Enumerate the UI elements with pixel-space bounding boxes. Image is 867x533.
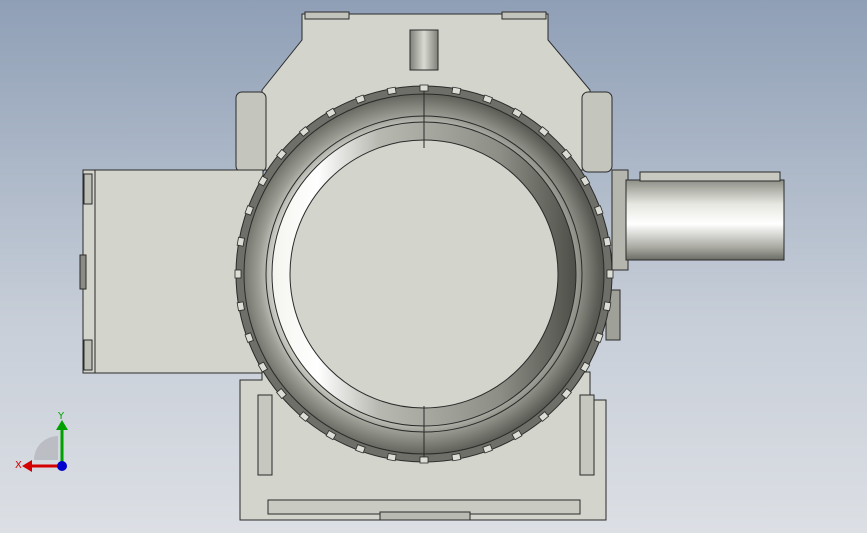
x-axis-label: X	[15, 460, 22, 471]
flange-bolt	[606, 269, 614, 279]
z-axis-dot	[57, 461, 67, 471]
shaft-key	[639, 171, 781, 182]
left-motor-port	[79, 254, 87, 290]
flange-bolt	[451, 86, 462, 95]
bottom-lug-right	[579, 394, 595, 476]
flange-bolt	[234, 269, 242, 279]
left-motor-tab-top	[83, 173, 93, 205]
flange-bolt	[236, 301, 245, 312]
y-axis-label: Y	[57, 411, 65, 422]
bottom-foot-slot	[379, 511, 471, 521]
top-boss	[409, 29, 439, 71]
top-lug-right	[501, 11, 547, 20]
gearbox-model-top-view[interactable]	[0, 0, 867, 533]
right-side-boss	[581, 91, 613, 173]
bottom-lug-left	[257, 394, 273, 476]
triad-cone	[34, 436, 58, 460]
x-arrow	[22, 460, 32, 472]
flange-bolt	[419, 456, 429, 464]
flange-bolt	[419, 84, 429, 92]
bore-face	[289, 139, 559, 409]
cad-graphics-viewport[interactable]: Y X	[0, 0, 867, 533]
flange-bolt	[451, 453, 462, 462]
left-motor-tab-bottom	[83, 339, 93, 371]
flange-bolt	[603, 236, 612, 247]
top-lug-left	[304, 11, 350, 20]
right-output-shaft	[625, 179, 785, 261]
flange-bolt	[236, 236, 245, 247]
coordinate-triad: Y X	[15, 411, 68, 472]
flange-bolt	[603, 301, 612, 312]
left-side-boss	[235, 91, 267, 173]
flange-bolt	[386, 453, 397, 462]
flange-bolt	[386, 86, 397, 95]
